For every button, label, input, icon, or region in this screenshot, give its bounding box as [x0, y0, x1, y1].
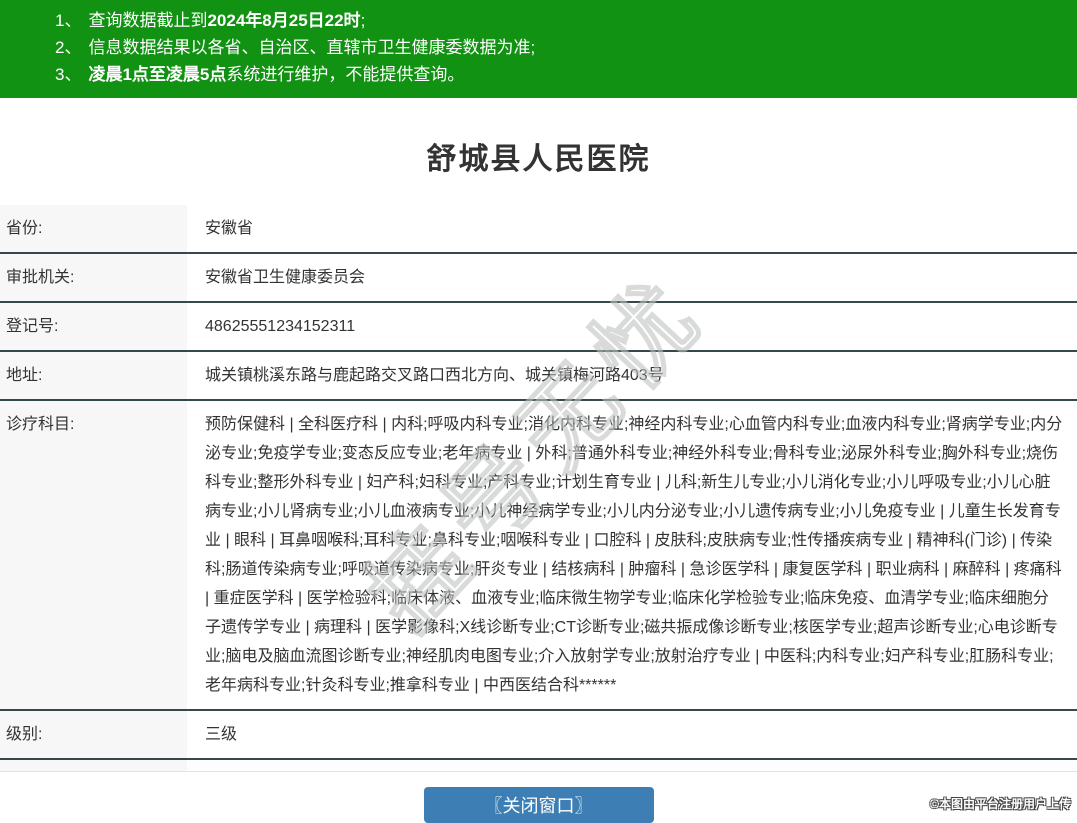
row-value: 预防保健科 | 全科医疗科 | 内科;呼吸内科专业;消化内科专业;神经内科专业;…	[205, 416, 1063, 694]
table-row-cutoff	[0, 760, 1077, 772]
row-label: 诊疗科目:	[0, 401, 187, 709]
row-value: 三级	[205, 726, 238, 743]
row-value: 安徽省	[205, 220, 254, 237]
notice-item-2: 2、 信息数据结果以各省、自治区、直辖市卫生健康委数据为准;	[55, 34, 1067, 61]
hospital-info-table: 省份: 安徽省 审批机关: 安徽省卫生健康委员会 登记号: 4862555123…	[0, 205, 1077, 772]
row-label: 级别:	[0, 711, 187, 758]
row-value: 城关镇桃溪东路与鹿起路交叉路口西北方向、城关镇梅河路403号	[205, 367, 664, 384]
table-row-medical-subjects: 诊疗科目: 预防保健科 | 全科医疗科 | 内科;呼吸内科专业;消化内科专业;神…	[0, 401, 1077, 711]
notice-suffix: 系统进行维护，不能提供查询。	[226, 65, 465, 84]
row-value: 48625551234152311	[205, 318, 356, 335]
table-row-province: 省份: 安徽省	[0, 205, 1077, 254]
row-label: 地址:	[0, 352, 187, 399]
row-label: 审批机关:	[0, 254, 187, 301]
notice-suffix: ;	[360, 11, 366, 30]
table-row-level: 级别: 三级	[0, 711, 1077, 760]
button-row: 〖关闭窗口〗	[0, 787, 1077, 823]
table-row-registration-number: 登记号: 48625551234152311	[0, 303, 1077, 352]
notice-number: 1、	[55, 11, 82, 30]
notice-item-3: 3、 凌晨1点至凌晨5点系统进行维护，不能提供查询。	[55, 61, 1067, 88]
notice-text: 查询数据截止到	[88, 11, 208, 30]
row-label: 省份:	[0, 205, 187, 252]
hospital-name-title: 舒城县人民医院	[426, 143, 651, 176]
image-credit-watermark: ©本图由平台注册用户上传	[930, 797, 1071, 811]
notice-bold-text: 2024年8月25日22时	[207, 11, 361, 30]
notice-number: 2、	[55, 38, 82, 57]
notice-bold-text: 凌晨1点至凌晨5点	[88, 65, 227, 84]
close-window-button[interactable]: 〖关闭窗口〗	[423, 787, 654, 823]
notice-text: 信息数据结果以各省、自治区、直辖市卫生健康委数据为准;	[88, 38, 536, 57]
row-label: 登记号:	[0, 303, 187, 350]
table-row-approval-authority: 审批机关: 安徽省卫生健康委员会	[0, 254, 1077, 303]
notice-item-1: 1、 查询数据截止到2024年8月25日22时;	[55, 7, 1067, 34]
row-value: 安徽省卫生健康委员会	[205, 269, 366, 286]
notice-number: 3、	[55, 65, 82, 84]
partial-value-cell	[187, 760, 1077, 771]
notice-banner: 1、 查询数据截止到2024年8月25日22时; 2、 信息数据结果以各省、自治区、…	[0, 0, 1077, 98]
partial-label-cell	[0, 760, 187, 771]
table-row-address: 地址: 城关镇桃溪东路与鹿起路交叉路口西北方向、城关镇梅河路403号	[0, 352, 1077, 401]
